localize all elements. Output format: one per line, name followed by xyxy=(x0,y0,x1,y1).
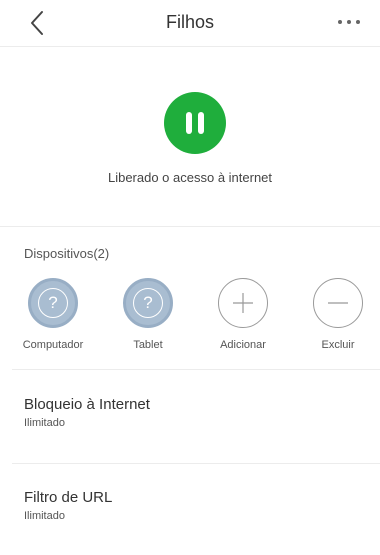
page-title: Filhos xyxy=(165,12,214,32)
remove-device-label: Excluir xyxy=(321,339,355,351)
setting-title: Filtro de URL xyxy=(24,489,113,506)
plus-icon xyxy=(233,293,253,313)
device-avatar: ? xyxy=(28,278,78,328)
remove-device-button[interactable]: Excluir xyxy=(300,278,376,352)
header-bar: Filhos xyxy=(0,0,380,47)
more-dots-icon xyxy=(338,20,342,24)
device-label: Computador xyxy=(22,339,84,351)
setting-value: Ilimitado xyxy=(24,510,65,522)
minus-icon xyxy=(328,302,348,304)
question-mark-icon: ? xyxy=(38,288,68,318)
question-mark-icon: ? xyxy=(133,288,163,318)
device-avatar: ? xyxy=(123,278,173,328)
add-device-label: Adicionar xyxy=(220,339,266,351)
divider xyxy=(0,226,380,227)
setting-url-filter[interactable]: Filtro de URL Ilimitado xyxy=(24,489,364,523)
add-device-button[interactable]: Adicionar xyxy=(205,278,281,352)
setting-title: Bloqueio à Internet xyxy=(24,396,150,413)
setting-value: Ilimitado xyxy=(24,417,65,429)
more-options-button[interactable] xyxy=(332,10,366,34)
pause-internet-button[interactable] xyxy=(164,92,226,154)
device-label: Tablet xyxy=(133,339,163,351)
device-tablet[interactable]: ? Tablet xyxy=(110,278,186,352)
pause-icon xyxy=(186,112,192,134)
internet-status-text: Liberado o acesso à internet xyxy=(107,170,273,185)
device-computador[interactable]: ? Computador xyxy=(15,278,91,352)
divider xyxy=(12,463,380,464)
devices-section-title: Dispositivos(2) xyxy=(24,246,110,261)
setting-internet-block[interactable]: Bloqueio à Internet Ilimitado xyxy=(24,396,364,430)
divider xyxy=(12,369,380,370)
